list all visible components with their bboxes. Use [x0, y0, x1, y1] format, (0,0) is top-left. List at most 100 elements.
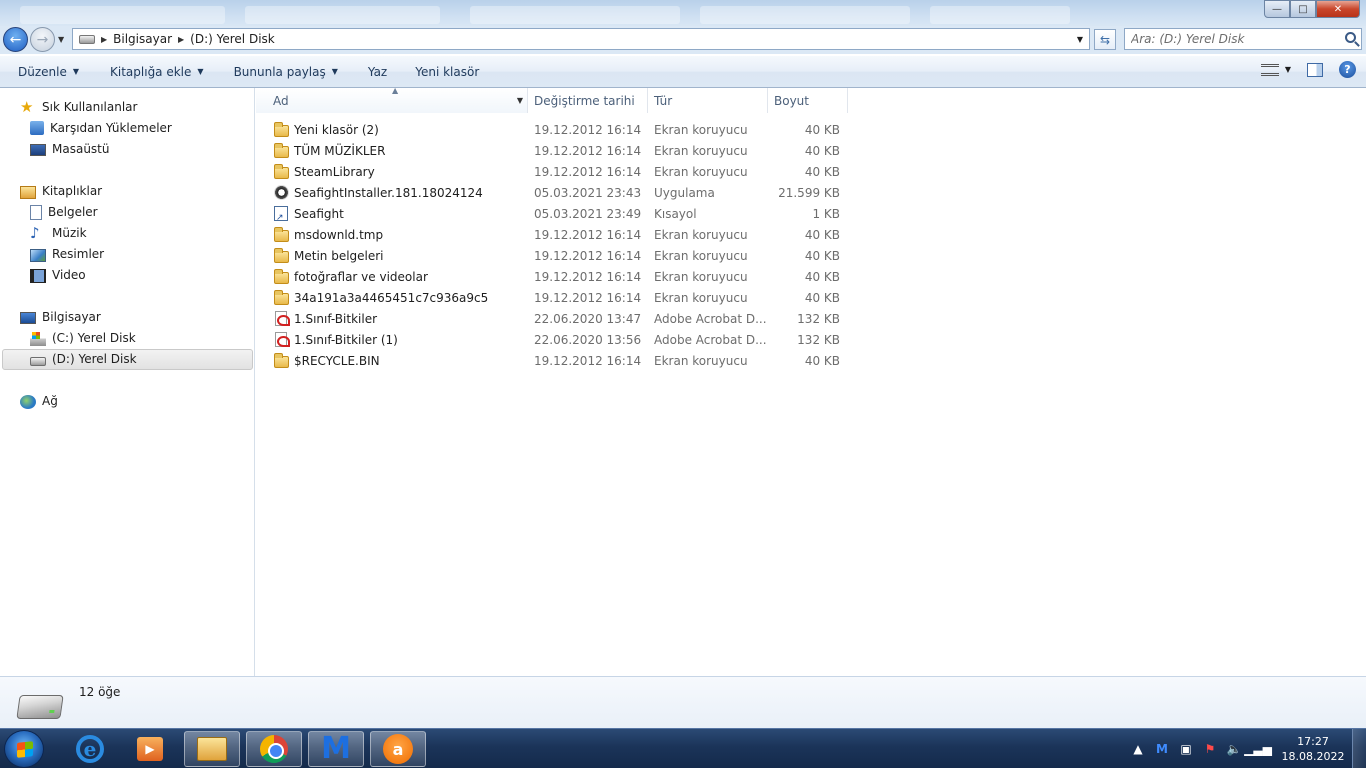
- nav-libraries[interactable]: Kitaplıklar: [20, 181, 102, 201]
- file-row[interactable]: msdownld.tmp 19.12.2012 16:14 Ekran koruyu…: [256, 224, 856, 245]
- file-row[interactable]: SteamLibrary 19.12.2012 16:14 Ekran koruyu…: [256, 161, 856, 182]
- nav-music[interactable]: ♪ Müzik: [30, 223, 87, 243]
- nav-videos[interactable]: Video: [30, 265, 86, 285]
- nav-favorites[interactable]: ★ Sık Kullanılanlar: [20, 97, 137, 117]
- file-row[interactable]: 1.Sınıf-Bitkiler (1) 22.06.2020 13:56 Adob…: [256, 329, 856, 350]
- nav-pictures[interactable]: Resimler: [30, 244, 104, 264]
- nav-label: Müzik: [52, 226, 87, 240]
- malwarebytes-tray-icon[interactable]: M: [1154, 741, 1170, 757]
- file-name-cell[interactable]: 34a191a3a4465451c7c936a9c5: [256, 289, 528, 306]
- taskbar-chrome[interactable]: [246, 731, 302, 767]
- file-size: 40 KB: [804, 290, 840, 305]
- search-input[interactable]: [1125, 32, 1335, 46]
- forward-button[interactable]: →: [30, 27, 55, 52]
- nav-network[interactable]: Ağ: [20, 391, 58, 411]
- change-view-icon[interactable]: [1260, 63, 1279, 76]
- help-icon[interactable]: ?: [1339, 61, 1356, 78]
- file-name: SeafightInstaller.181.18024124: [294, 185, 483, 200]
- computer-icon: [20, 312, 36, 324]
- file-size: 40 KB: [804, 227, 840, 242]
- folder-icon: [273, 142, 289, 158]
- add-to-library-button[interactable]: Kitaplığa ekle ▼: [101, 61, 213, 83]
- file-name-cell[interactable]: msdownld.tmp: [256, 226, 528, 243]
- nav-label: Bilgisayar: [42, 310, 101, 324]
- column-header-size[interactable]: Boyut: [768, 88, 848, 113]
- nav-documents[interactable]: Belgeler: [30, 202, 98, 222]
- file-name: SteamLibrary: [294, 164, 375, 179]
- column-header-date[interactable]: Değiştirme tarihi: [528, 88, 648, 113]
- file-name-cell[interactable]: SteamLibrary: [256, 163, 528, 180]
- file-icon-wrapper: [273, 226, 289, 243]
- breadcrumb-arrow-icon[interactable]: ▶: [178, 35, 184, 44]
- file-row[interactable]: 34a191a3a4465451c7c936a9c5 19.12.2012 16:…: [256, 287, 856, 308]
- volume-icon[interactable]: 🔈: [1226, 741, 1242, 757]
- file-name-cell[interactable]: fotoğraflar ve videolar: [256, 268, 528, 285]
- address-dropdown-icon[interactable]: ▼: [1077, 35, 1083, 44]
- action-center-icon[interactable]: ⚑: [1202, 741, 1218, 757]
- file-name-cell[interactable]: Metin belgeleri: [256, 247, 528, 264]
- file-name-cell[interactable]: $RECYCLE.BIN: [256, 352, 528, 369]
- file-row[interactable]: $RECYCLE.BIN 19.12.2012 16:14 Ekran koruyu…: [256, 350, 856, 371]
- file-date: 05.03.2021 23:49: [534, 206, 642, 221]
- network-signal-icon[interactable]: ▁▃▅: [1244, 741, 1272, 757]
- device-tray-icon[interactable]: ▣: [1178, 741, 1194, 757]
- nav-drive-d[interactable]: (D:) Yerel Disk: [30, 349, 137, 369]
- minimize-button[interactable]: —: [1264, 0, 1290, 18]
- address-bar[interactable]: ▶ Bilgisayar ▶ (D:) Yerel Disk ▼: [72, 28, 1090, 50]
- file-type: Ekran koruyucu: [654, 269, 748, 284]
- file-row[interactable]: 1.Sınıf-Bitkiler 22.06.2020 13:47 Adobe Ac…: [256, 308, 856, 329]
- file-row[interactable]: Metin belgeleri 19.12.2012 16:14 Ekran kor…: [256, 245, 856, 266]
- chevron-down-icon[interactable]: ▼: [517, 96, 523, 105]
- search-icon[interactable]: [1345, 32, 1356, 43]
- maximize-button[interactable]: □: [1290, 0, 1316, 18]
- nav-drive-c[interactable]: (C:) Yerel Disk: [30, 328, 136, 348]
- column-header-name[interactable]: ▲ Ad ▼: [256, 86, 528, 113]
- start-button[interactable]: [4, 730, 44, 768]
- breadcrumb-computer[interactable]: Bilgisayar: [113, 32, 172, 46]
- search-box[interactable]: [1124, 28, 1362, 50]
- recent-pages-button[interactable]: ▼: [58, 35, 64, 44]
- file-row[interactable]: Seafight 05.03.2021 23:49 Kısayol 1 KB: [256, 203, 856, 224]
- file-row[interactable]: fotoğraflar ve videolar 19.12.2012 16:14 E…: [256, 266, 856, 287]
- breadcrumb-drive-d[interactable]: (D:) Yerel Disk: [190, 32, 275, 46]
- network-icon: [20, 394, 36, 409]
- library-icon: [20, 185, 36, 199]
- taskbar-avast[interactable]: a: [370, 731, 426, 767]
- chevron-down-icon[interactable]: ▼: [1285, 65, 1291, 74]
- avast-icon: a: [383, 734, 413, 764]
- nav-computer[interactable]: Bilgisayar: [20, 307, 101, 327]
- burn-button[interactable]: Yaz: [359, 61, 396, 83]
- nav-desktop[interactable]: Masaüstü: [30, 139, 109, 159]
- file-row[interactable]: SeafightInstaller.181.18024124 05.03.2021…: [256, 182, 856, 203]
- file-name-cell[interactable]: Seafight: [256, 205, 528, 223]
- close-button[interactable]: ✕: [1316, 0, 1360, 18]
- show-desktop-button[interactable]: [1352, 729, 1366, 768]
- taskbar-media-player[interactable]: ▶: [122, 731, 178, 767]
- background-tab: [470, 6, 680, 24]
- breadcrumb-arrow-icon[interactable]: ▶: [101, 35, 107, 44]
- refresh-button[interactable]: ⇆: [1094, 29, 1116, 50]
- file-name-cell[interactable]: TÜM MÜZİKLER: [256, 142, 528, 159]
- preview-pane-icon[interactable]: [1307, 62, 1323, 77]
- taskbar-malwarebytes[interactable]: M: [308, 731, 364, 767]
- share-with-button[interactable]: Bununla paylaş ▼: [225, 61, 347, 83]
- organize-button[interactable]: Düzenle ▼: [9, 61, 88, 83]
- clock[interactable]: 17:27 18.08.2022: [1274, 734, 1352, 764]
- avast-tray-icon[interactable]: ▲: [1130, 741, 1146, 757]
- media-player-icon: ▶: [137, 737, 163, 761]
- file-name-cell[interactable]: Yeni klasör (2): [256, 121, 528, 138]
- file-row[interactable]: TÜM MÜZİKLER 19.12.2012 16:14 Ekran koruyu…: [256, 140, 856, 161]
- file-name-cell[interactable]: SeafightInstaller.181.18024124: [256, 184, 528, 201]
- back-button[interactable]: ←: [3, 27, 28, 52]
- new-folder-button[interactable]: Yeni klasör: [406, 61, 488, 83]
- taskbar-explorer[interactable]: [184, 731, 240, 767]
- taskbar-internet-explorer[interactable]: e: [62, 731, 118, 767]
- column-header-type[interactable]: Tür: [648, 88, 768, 113]
- file-row[interactable]: Yeni klasör (2) 19.12.2012 16:14 Ekran kor…: [256, 119, 856, 140]
- file-name-cell[interactable]: 1.Sınıf-Bitkiler: [256, 310, 528, 327]
- file-name: 34a191a3a4465451c7c936a9c5: [294, 290, 489, 305]
- nav-downloads[interactable]: Karşıdan Yüklemeler: [30, 118, 172, 138]
- navigation-pane: ★ Sık Kullanılanlar Karşıdan Yüklemeler …: [0, 88, 255, 676]
- file-icon-wrapper: [273, 163, 289, 180]
- file-name-cell[interactable]: 1.Sınıf-Bitkiler (1): [256, 331, 528, 348]
